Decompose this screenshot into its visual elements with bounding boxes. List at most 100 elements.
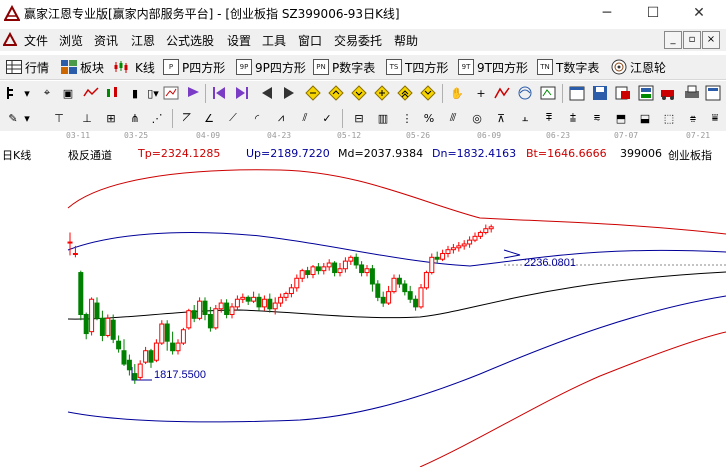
tab-kline[interactable]: K线 (114, 58, 155, 76)
chart-type-icon[interactable] (4, 84, 22, 102)
gann-angle-icon[interactable]: ⋔ (126, 109, 144, 127)
checkmark-icon[interactable]: ✓ (318, 109, 336, 127)
fan-tool-icon[interactable]: ⟋ (224, 109, 242, 127)
expand-icon[interactable] (396, 84, 414, 102)
crosshair-icon[interactable]: + (472, 84, 490, 102)
fib-icon[interactable]: ⦢ (178, 109, 196, 127)
tab-sectors[interactable]: 板块 (61, 58, 104, 76)
menu-help[interactable]: 帮助 (394, 32, 418, 49)
date-label: 06-09 (477, 131, 502, 140)
price-line-icon[interactable]: ⊼ (492, 109, 510, 127)
price-cycle-icon[interactable]: ⩳ (588, 109, 606, 127)
time-line-icon[interactable]: ⫠ (516, 109, 534, 127)
tab-9t-square[interactable]: 9T 9T四方形 (458, 58, 528, 76)
menu-info[interactable]: 资讯 (94, 32, 118, 49)
cursor-icon[interactable]: ⌖ (38, 84, 56, 102)
export-icon[interactable] (614, 84, 632, 102)
arc-tool-icon[interactable]: ◜ (248, 109, 266, 127)
hand-icon[interactable]: ✋ (448, 84, 466, 102)
menu-gann[interactable]: 江恩 (131, 32, 155, 49)
tab-p-number-table[interactable]: PN P数字表 (313, 58, 375, 76)
menu-tools[interactable]: 工具 (262, 32, 286, 49)
gann-fan-icon[interactable]: ⊤ (50, 109, 68, 127)
mdi-restore-button[interactable]: ▫ (683, 31, 701, 49)
mdi-close-button[interactable]: × (702, 31, 720, 49)
fan-red-icon[interactable]: ⩘ (272, 109, 290, 127)
gann-fan-lines-icon[interactable]: ⋰ (148, 109, 166, 127)
candle-down (110, 319, 116, 340)
refresh-icon[interactable] (162, 84, 180, 102)
candle-up (423, 272, 429, 289)
vehicle-icon[interactable] (660, 84, 678, 102)
compare-icon[interactable] (104, 84, 122, 102)
mdi-minimize-button[interactable]: _ (664, 31, 682, 49)
print-icon[interactable] (683, 84, 701, 102)
tab-t-number-table[interactable]: TN T数字表 (537, 58, 599, 76)
time-cycle-icon[interactable]: ⩱ (540, 109, 558, 127)
line-tool-icon[interactable] (493, 84, 511, 102)
cycle-icon[interactable]: ▥ (374, 109, 392, 127)
menu-settings[interactable]: 设置 (227, 32, 251, 49)
ruler-icon[interactable]: ⊟ (350, 109, 368, 127)
kline-chart[interactable]: 2236.0801 1817.5500 (0, 162, 726, 468)
indicator-name[interactable]: 极反通道 (68, 147, 112, 163)
tab-quotes[interactable]: 行情 (6, 58, 49, 76)
prev-icon[interactable] (258, 84, 276, 102)
scroll-up-icon[interactable] (350, 84, 368, 102)
maximize-button[interactable]: ☐ (630, 2, 676, 24)
multi-period-icon[interactable] (82, 84, 100, 102)
candle-up (229, 306, 235, 315)
square-cycle-icon[interactable]: ⩲ (564, 109, 582, 127)
tab-p-square[interactable]: P P四方形 (163, 58, 225, 76)
compute-icon[interactable] (704, 84, 722, 102)
tab-gann-wheel[interactable]: 江恩轮 (611, 58, 666, 76)
chevron-down-icon[interactable]: ▾ (22, 109, 32, 127)
kline-chart-area[interactable]: 2236.0801 1817.5500 (0, 162, 726, 468)
zoom-in-icon[interactable] (304, 84, 322, 102)
save-icon[interactable] (591, 84, 609, 102)
menu-window[interactable]: 窗口 (298, 32, 322, 49)
last-icon[interactable] (233, 84, 251, 102)
channel-icon[interactable]: ⫻ (444, 109, 462, 127)
fuquan-icon[interactable]: ▯▾ (144, 84, 162, 102)
text-tool-icon[interactable]: ⩸ (706, 109, 724, 127)
first-icon[interactable] (210, 84, 228, 102)
formula-icon[interactable] (539, 84, 557, 102)
target-icon[interactable]: ◎ (468, 109, 486, 127)
gann-grid-icon[interactable]: ⊥ (78, 109, 96, 127)
menu-app-icon[interactable] (3, 32, 17, 46)
chevron-down-icon[interactable]: ▾ (22, 84, 32, 102)
window-tile-icon[interactable] (637, 84, 655, 102)
pencil-icon[interactable]: ✎ (4, 109, 22, 127)
collapse-icon[interactable] (419, 84, 437, 102)
candle-up (234, 298, 240, 308)
box-tool-icon[interactable]: ⬒ (612, 109, 630, 127)
speed-line-icon[interactable]: ⫽ (296, 109, 314, 127)
menu-trade[interactable]: 交易委托 (334, 32, 382, 49)
menu-browse[interactable]: 浏览 (59, 32, 83, 49)
tab-9p-square[interactable]: 9P 9P四方形 (236, 58, 306, 76)
indicator-icon[interactable] (516, 84, 534, 102)
percent-icon[interactable]: % (420, 109, 438, 127)
menu-formula-screen[interactable]: 公式选股 (166, 32, 214, 49)
scroll-down-icon[interactable] (373, 84, 391, 102)
bar-icon[interactable]: ▮ (126, 84, 144, 102)
gann-box-icon[interactable]: ⊞ (102, 109, 120, 127)
candle-up (89, 298, 95, 333)
square-tool-icon[interactable]: ⬓ (636, 109, 654, 127)
calendar-icon[interactable] (568, 84, 586, 102)
grid-tool-icon[interactable]: ⬚ (660, 109, 678, 127)
next-icon[interactable] (280, 84, 298, 102)
window-icon[interactable]: ▣ (59, 84, 77, 102)
zoom-out-icon[interactable] (327, 84, 345, 102)
angle-tool-icon[interactable]: ∠ (200, 109, 218, 127)
flag-icon[interactable] (184, 84, 202, 102)
tab-t-square[interactable]: TS T四方形 (386, 58, 448, 76)
minimize-button[interactable]: ─ (584, 2, 630, 24)
close-button[interactable]: ✕ (676, 2, 722, 24)
menu-file[interactable]: 文件 (24, 32, 48, 49)
candle-down (164, 323, 170, 342)
tp-value: Tp=2324.1285 (138, 147, 221, 160)
table-tool-icon[interactable]: ⋮ (398, 109, 416, 127)
wave-tool-icon[interactable]: ⩷ (684, 109, 702, 127)
